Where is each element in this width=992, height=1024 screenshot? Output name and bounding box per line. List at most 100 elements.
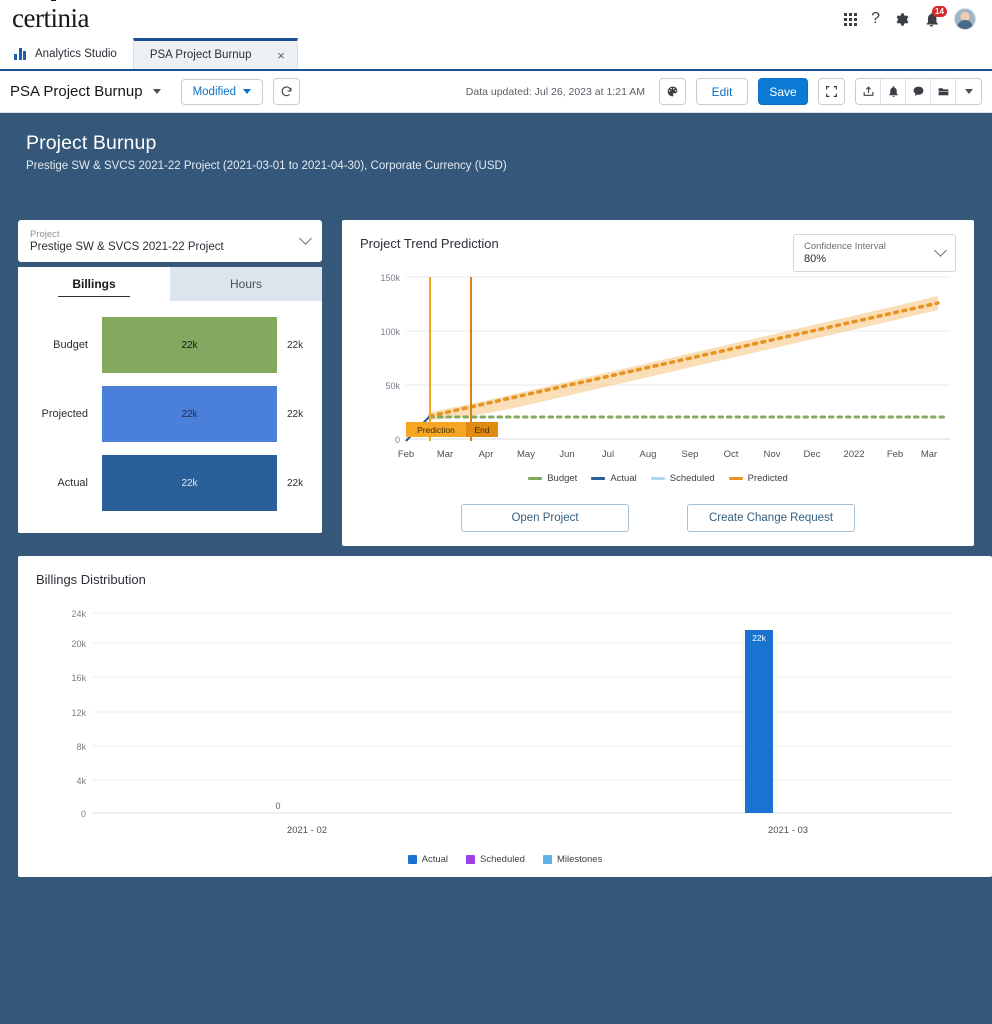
chevron-down-icon bbox=[299, 231, 312, 245]
tab-billings-label: Billings bbox=[72, 277, 116, 291]
legend-label: Scheduled bbox=[669, 473, 715, 484]
bar-value-label: 22k bbox=[181, 477, 198, 489]
create-change-request-button[interactable]: Create Change Request bbox=[687, 504, 855, 532]
legend-label: Predicted bbox=[747, 473, 788, 484]
legend-label: Actual bbox=[421, 854, 449, 865]
billings-bar-chart: Budget 22k 22k Projected 22k 22k Actual … bbox=[18, 301, 322, 533]
state-filter-label: Modified bbox=[192, 85, 237, 98]
chevron-down-icon[interactable] bbox=[152, 89, 161, 94]
share-icon[interactable] bbox=[856, 79, 881, 104]
legend-label: Actual bbox=[610, 473, 637, 484]
svg-text:50k: 50k bbox=[385, 381, 400, 391]
svg-text:150k: 150k bbox=[380, 273, 400, 283]
trend-panel: Project Trend Prediction Confidence Inte… bbox=[342, 220, 974, 546]
bar-end-label: 22k bbox=[287, 477, 304, 489]
open-project-button[interactable]: Open Project bbox=[461, 504, 629, 532]
legend-item-actual[interactable]: Actual bbox=[407, 854, 449, 865]
bar-value-label: 22k bbox=[181, 408, 198, 420]
svg-text:End: End bbox=[474, 425, 489, 435]
notification-badge: 14 bbox=[932, 5, 947, 17]
state-filter-dropdown[interactable]: Modified bbox=[180, 78, 264, 105]
close-icon[interactable]: × bbox=[277, 49, 285, 62]
billings-bar-row-actual: Actual 22k 22k bbox=[18, 455, 322, 511]
billings-panel: Billings Hours Budget 22k 22k Projected … bbox=[18, 267, 322, 533]
bar-value-label-2021-03: 22k bbox=[752, 633, 766, 643]
folder-icon[interactable] bbox=[931, 79, 956, 104]
legend-swatch bbox=[650, 477, 665, 480]
certinia-logo: certinia bbox=[12, 2, 89, 33]
chat-icon[interactable] bbox=[906, 79, 931, 104]
dashboard-header: Project Burnup Prestige SW & SVCS 2021-2… bbox=[0, 113, 992, 172]
billings-bar-row-budget: Budget 22k 22k bbox=[18, 317, 322, 373]
bar-end-label: 22k bbox=[287, 339, 304, 351]
svg-text:16k: 16k bbox=[71, 673, 86, 683]
bar-end-label: 22k bbox=[287, 408, 304, 420]
chevron-down-icon bbox=[934, 243, 947, 257]
tab-hours[interactable]: Hours bbox=[170, 267, 322, 301]
legend-item-milestones[interactable]: Milestones bbox=[542, 854, 602, 865]
svg-text:Feb: Feb bbox=[887, 449, 903, 460]
svg-text:100k: 100k bbox=[380, 327, 400, 337]
tab-billings[interactable]: Billings bbox=[18, 267, 170, 301]
help-icon[interactable]: ? bbox=[871, 11, 880, 27]
bell-icon[interactable] bbox=[881, 79, 906, 104]
legend-item-budget[interactable]: Budget bbox=[528, 473, 577, 484]
legend-item-scheduled[interactable]: Scheduled bbox=[466, 854, 525, 865]
bar-projected[interactable]: 22k bbox=[102, 386, 277, 442]
page-subtitle: Prestige SW & SVCS 2021-22 Project (2021… bbox=[26, 160, 507, 172]
svg-text:0: 0 bbox=[81, 809, 86, 819]
save-button[interactable]: Save bbox=[758, 78, 808, 105]
svg-text:Oct: Oct bbox=[724, 449, 739, 460]
svg-text:0: 0 bbox=[395, 435, 400, 445]
svg-text:Dec: Dec bbox=[804, 449, 821, 460]
bar-value-label: 22k bbox=[181, 339, 198, 351]
gear-icon[interactable] bbox=[894, 12, 909, 27]
billings-distribution-chart[interactable]: 24k 20k 16k 12k 8k 4k 0 0 22k 2021 - 02 … bbox=[36, 597, 974, 865]
svg-text:2021 - 02: 2021 - 02 bbox=[287, 825, 327, 836]
billings-distribution-panel: Billings Distribution 24k 20k 16k 12k 8k… bbox=[18, 556, 992, 877]
chevron-down-icon[interactable] bbox=[956, 79, 981, 104]
legend-item-predicted[interactable]: Predicted bbox=[728, 473, 788, 484]
tab-psa-project-burnup[interactable]: PSA Project Burnup × bbox=[132, 38, 298, 69]
edit-button[interactable]: Edit bbox=[696, 78, 748, 105]
dashboard-row-bottom: Billings Distribution 24k 20k 16k 12k 8k… bbox=[0, 556, 992, 877]
bar-budget[interactable]: 22k bbox=[102, 317, 277, 373]
tab-analytics-studio-label: Analytics Studio bbox=[35, 47, 117, 60]
tab-hours-label: Hours bbox=[229, 277, 262, 291]
svg-text:Apr: Apr bbox=[479, 449, 494, 460]
legend-swatch bbox=[407, 855, 417, 864]
fullscreen-icon[interactable] bbox=[818, 78, 845, 105]
bar-actual[interactable]: 22k bbox=[102, 455, 277, 511]
dashboard-toolbar: PSA Project Burnup Modified Data updated… bbox=[0, 71, 992, 113]
trend-chart[interactable]: 150k 100k 50k 0 Prediction End Feb Mar A… bbox=[360, 265, 956, 484]
tab-analytics-studio[interactable]: Analytics Studio bbox=[0, 38, 133, 69]
legend-item-scheduled[interactable]: Scheduled bbox=[650, 473, 715, 484]
svg-text:24k: 24k bbox=[71, 609, 86, 619]
svg-text:Prediction: Prediction bbox=[417, 425, 455, 435]
svg-text:2022: 2022 bbox=[843, 449, 864, 460]
legend-swatch bbox=[528, 477, 543, 480]
svg-text:8k: 8k bbox=[76, 742, 86, 752]
dashboard-row-top: Project Prestige SW & SVCS 2021-22 Proje… bbox=[0, 220, 992, 546]
prediction-confidence-band bbox=[430, 296, 938, 420]
billings-hours-tabs: Billings Hours bbox=[18, 267, 322, 301]
legend-swatch bbox=[542, 855, 552, 864]
refresh-icon[interactable] bbox=[273, 78, 301, 105]
billings-distribution-legend: Actual Scheduled Milestones bbox=[36, 854, 974, 865]
avatar[interactable] bbox=[954, 8, 976, 30]
legend-item-actual[interactable]: Actual bbox=[591, 473, 637, 484]
dashboard-name: PSA Project Burnup bbox=[10, 83, 143, 100]
svg-text:Mar: Mar bbox=[437, 449, 453, 460]
svg-text:2021 - 03: 2021 - 03 bbox=[768, 825, 808, 836]
legend-swatch bbox=[591, 477, 606, 480]
notifications-icon[interactable]: 14 bbox=[923, 5, 947, 28]
svg-text:Sep: Sep bbox=[682, 449, 699, 460]
project-select[interactable]: Project Prestige SW & SVCS 2021-22 Proje… bbox=[18, 220, 322, 262]
app-launcher-icon[interactable] bbox=[844, 12, 858, 26]
palette-icon[interactable] bbox=[659, 78, 686, 105]
bar-value-label-2021-02: 0 bbox=[275, 801, 280, 811]
svg-text:Jun: Jun bbox=[559, 449, 574, 460]
data-updated-label: Data updated: Jul 26, 2023 at 1:21 AM bbox=[465, 85, 645, 98]
svg-text:12k: 12k bbox=[71, 708, 86, 718]
confidence-interval-label: Confidence Interval bbox=[804, 240, 886, 252]
